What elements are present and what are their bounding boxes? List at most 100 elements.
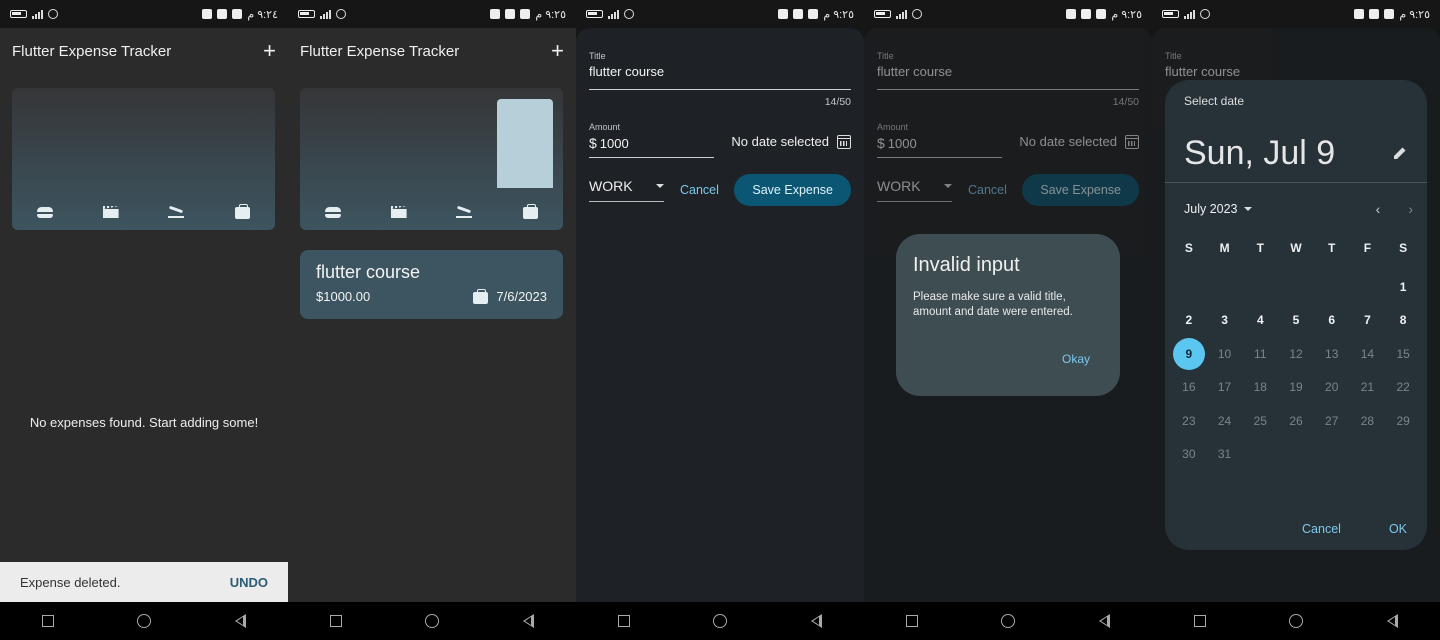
status-bar: ٩:٢٥ م <box>576 0 864 28</box>
back-button[interactable] <box>235 614 247 628</box>
selected-date-text: No date selected <box>731 134 829 149</box>
calendar-day[interactable]: 6 <box>1314 304 1350 338</box>
status-bar: ٩:٢٥ م <box>1152 0 1440 28</box>
calendar-day[interactable]: 5 <box>1278 304 1314 338</box>
notification-icon <box>490 9 501 19</box>
title-input[interactable]: flutter course <box>589 64 851 79</box>
add-expense-button[interactable]: + <box>551 40 564 62</box>
previous-month-icon[interactable]: ‹ <box>1376 201 1381 217</box>
status-time: ٩:٢٥ م <box>1399 8 1430 21</box>
title-label: Title <box>1165 51 1182 61</box>
month-year-selector[interactable]: July 2023 <box>1184 202 1252 216</box>
notification-icon <box>808 9 819 19</box>
back-button[interactable] <box>523 614 535 628</box>
chart-bar-work <box>497 99 553 188</box>
calendar-day-disabled: 30 <box>1182 447 1196 462</box>
cancel-button[interactable]: Cancel <box>680 183 719 197</box>
screen-date-picker: ٩:٢٥ م Title flutter course Select date … <box>1152 0 1440 640</box>
recents-button[interactable] <box>617 615 630 627</box>
ok-button[interactable]: OK <box>1389 522 1407 536</box>
calendar-day-disabled: 25 <box>1253 413 1267 428</box>
system-nav-bar <box>576 602 864 640</box>
home-button[interactable] <box>425 614 440 628</box>
home-button[interactable] <box>713 614 728 628</box>
expense-chart <box>12 88 275 230</box>
recents-button[interactable] <box>1193 615 1206 627</box>
add-expense-button[interactable]: + <box>263 40 276 62</box>
amount-label: Amount <box>589 122 621 132</box>
status-bar: ٩:٢٤ م <box>0 0 288 28</box>
home-button[interactable] <box>1001 614 1016 628</box>
back-button[interactable] <box>1099 614 1111 628</box>
selected-date-text: No date selected <box>1019 134 1117 149</box>
calendar-day[interactable]: 7 <box>1350 304 1386 338</box>
status-time: ٩:٢٥ م <box>535 8 566 21</box>
notification-icon <box>520 9 531 19</box>
calendar-day-disabled: 13 <box>1325 346 1339 361</box>
back-button[interactable] <box>811 614 823 628</box>
battery-icon <box>586 10 603 18</box>
cancel-button[interactable]: Cancel <box>1302 522 1341 536</box>
weekday-label: T <box>1328 241 1336 255</box>
calendar-day[interactable]: 8 <box>1385 304 1421 338</box>
calendar-day-disabled: 15 <box>1396 346 1410 361</box>
amount-input[interactable]: 1000 <box>600 136 629 151</box>
calendar-day-selected[interactable]: 9 <box>1171 337 1207 371</box>
calendar-day[interactable]: 2 <box>1171 304 1207 338</box>
okay-button[interactable]: Okay <box>1062 352 1090 366</box>
notification-icon <box>793 9 804 19</box>
title-field[interactable]: Title flutter course <box>589 51 851 90</box>
selected-date-headline: Sun, Jul 9 <box>1184 134 1336 172</box>
empty-state-text: No expenses found. Start adding some! <box>29 415 259 430</box>
amount-input: 1000 <box>887 136 917 151</box>
alarm-icon <box>912 9 922 19</box>
battery-icon <box>1162 10 1179 18</box>
home-button[interactable] <box>137 614 152 628</box>
edit-pencil-icon[interactable] <box>1393 146 1407 160</box>
picker-header-label: Select date <box>1184 94 1245 108</box>
calendar-day[interactable]: 4 <box>1242 304 1278 338</box>
amount-field[interactable]: Amount $1000 <box>589 122 714 158</box>
expense-card[interactable]: flutter course $1000.00 7/6/2023 <box>300 250 563 319</box>
weekday-label: S <box>1184 241 1193 255</box>
next-month-icon[interactable]: › <box>1408 201 1413 217</box>
system-nav-bar <box>0 602 288 640</box>
dialog-title: Invalid input <box>913 254 1020 276</box>
back-button[interactable] <box>1387 614 1399 628</box>
status-time: ٩:٢٤ م <box>247 8 278 21</box>
undo-button[interactable]: UNDO <box>230 575 268 590</box>
calendar-day-disabled: 31 <box>1217 447 1232 462</box>
calendar-day[interactable]: 3 <box>1207 304 1243 338</box>
signal-icon <box>32 9 43 19</box>
recents-button[interactable] <box>905 615 918 627</box>
calendar-icon[interactable] <box>837 134 851 149</box>
calendar-day-disabled: 10 <box>1217 346 1232 361</box>
calendar-day-disabled: 11 <box>1254 346 1267 361</box>
calendar-day-disabled: 28 <box>1360 413 1375 428</box>
recents-button[interactable] <box>41 615 54 627</box>
title-input: flutter course <box>1165 64 1241 79</box>
amount-field: Amount $1000 <box>877 122 1002 158</box>
status-bar: ٩:٢٥ م <box>864 0 1152 28</box>
food-icon <box>323 204 343 220</box>
currency-prefix: $ <box>877 135 885 151</box>
calendar-icon <box>1125 134 1139 149</box>
save-expense-button[interactable]: Save Expense <box>734 174 851 206</box>
weekday-label: W <box>1290 241 1302 255</box>
recents-button[interactable] <box>329 615 342 627</box>
app-bar: Flutter Expense Tracker + <box>288 28 576 74</box>
calendar-day[interactable]: 1 <box>1385 270 1421 304</box>
signal-icon <box>896 9 907 19</box>
flight-icon <box>454 204 474 220</box>
signal-icon <box>320 9 331 19</box>
home-button[interactable] <box>1289 614 1304 628</box>
food-icon <box>35 204 55 220</box>
title-input: flutter course <box>877 64 953 79</box>
category-dropdown[interactable]: WORK <box>589 178 664 202</box>
calendar-day-disabled: 12 <box>1289 346 1303 361</box>
dropdown-arrow-icon <box>656 184 664 188</box>
calendar-grid: S M T W T F S 1 2 3 4 5 6 7 8 9 10 11 12 <box>1171 238 1421 471</box>
expense-title: flutter course <box>316 262 421 282</box>
calendar-day-disabled: 22 <box>1396 380 1410 395</box>
briefcase-icon <box>520 204 540 220</box>
